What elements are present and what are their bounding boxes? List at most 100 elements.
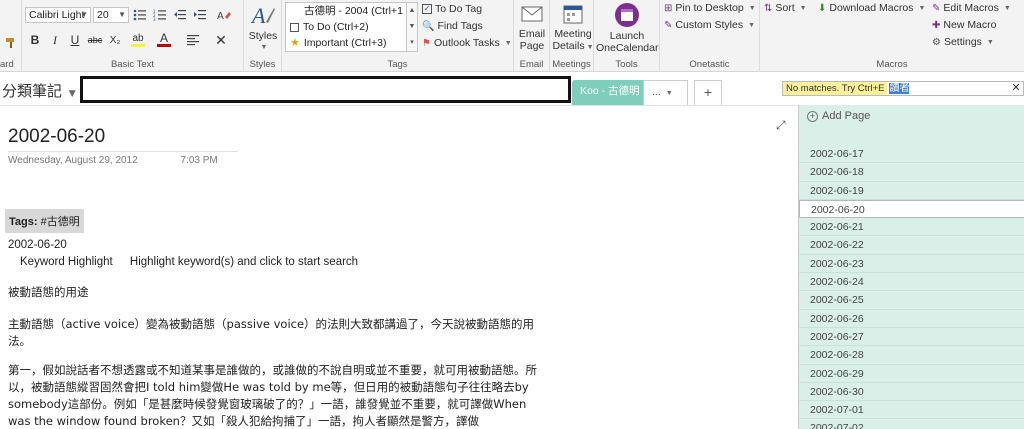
page-list: 2002-06-17 2002-06-18 2002-06-19 2002-06-20… <box>799 145 1024 429</box>
onecalendar-icon <box>614 2 640 28</box>
notebook-selector[interactable]: 分類筆記 ▼ <box>2 80 76 101</box>
tag-gallery-scroll[interactable]: ▲ ▼ ▾ <box>407 2 418 52</box>
page-title[interactable]: 2002-06-20 <box>8 126 105 148</box>
format-painter-icon[interactable] <box>1 34 21 52</box>
sort-button[interactable]: ⇅ Sort ▼ <box>764 2 807 14</box>
star-icon: ★ <box>290 37 300 49</box>
page-list-item[interactable]: 2002-06-18 <box>799 163 1024 182</box>
custom-styles-button[interactable]: ✎ Custom Styles ▼ <box>664 19 755 31</box>
add-page-label: Add Page <box>822 110 871 122</box>
notebook-name: 分類筆記 <box>2 82 63 100</box>
download-macros-label: Download Macros <box>829 2 914 14</box>
add-section-button[interactable]: + <box>694 80 722 105</box>
page-list-item[interactable]: 2002-06-27 <box>799 328 1024 347</box>
close-icon[interactable]: ✕ <box>1009 82 1023 95</box>
highlight-box <box>80 76 571 103</box>
page-list-item[interactable]: 2002-06-24 <box>799 273 1024 292</box>
checkbox-checked-icon: ✓ <box>422 4 432 14</box>
svg-text:A: A <box>217 11 224 21</box>
align-icon[interactable] <box>183 31 203 49</box>
font-name-combo[interactable]: Calibri Light ▼ <box>25 7 91 23</box>
page-meta: Wednesday, August 29, 2012 7:03 PM <box>8 155 218 166</box>
page-list-item[interactable]: 2002-06-19 <box>799 182 1024 200</box>
download-macros-button[interactable]: ⬇ Download Macros ▼ <box>818 2 925 14</box>
page-list-item[interactable]: 2002-07-02 <box>799 419 1024 429</box>
chevron-down-icon: ▼ <box>918 4 926 12</box>
bullets-icon[interactable] <box>130 6 150 24</box>
launch-onecalendar-button[interactable]: Launch OneCalendar <box>596 2 658 54</box>
page-list-item[interactable]: 2002-06-21 <box>799 218 1024 237</box>
keyword-highlight-link[interactable]: Keyword Highlight <box>20 256 113 268</box>
highlight-color-bar <box>131 43 145 47</box>
page-list-item[interactable]: 2002-06-23 <box>799 255 1024 274</box>
chevron-down-icon: ▼ <box>665 90 673 97</box>
page-list-panel: + Add Page 2002-06-17 2002-06-18 2002-06-1… <box>798 105 1024 429</box>
chevron-down-icon: ▼ <box>748 21 756 29</box>
pin-to-desktop-button[interactable]: ⊞ Pin to Desktop ▼ <box>664 2 756 14</box>
outlook-tasks-button[interactable]: ⚑ Outlook Tasks ▼ <box>422 37 512 49</box>
more-sections-button[interactable]: ... ▼ <box>643 80 688 105</box>
underline-button[interactable]: U <box>65 31 85 49</box>
meeting-details-button[interactable]: Meeting Details ▼ <box>552 2 594 54</box>
styles-button[interactable]: A Styles ▼ <box>246 2 280 54</box>
settings-button[interactable]: ⚙ Settings ▼ <box>932 36 994 48</box>
page-list-item[interactable]: 2002-06-29 <box>799 365 1024 383</box>
search-message: No matches. Try Ctrl+E <box>783 82 888 95</box>
edit-macros-label: Edit Macros <box>943 2 999 14</box>
tag-gallery-item[interactable]: To Do (Ctrl+2) <box>286 19 406 35</box>
font-size-value: 20 <box>97 9 109 21</box>
increase-indent-icon[interactable] <box>190 6 210 24</box>
todo-tag-button[interactable]: ✓ To Do Tag <box>422 3 482 15</box>
section-tab-label: Koo - 古德明 <box>580 85 640 97</box>
page-list-item[interactable]: 2002-06-20 <box>799 199 1024 219</box>
date-line: 2002-06-20 <box>8 239 67 251</box>
onetastic-group-label: Onetastic <box>689 59 730 70</box>
italic-button[interactable]: I <box>45 31 65 49</box>
more-sections-label: ... <box>652 86 661 98</box>
meeting-details-label-line2: Details ▼ <box>552 40 594 54</box>
page-list-item[interactable]: 2002-06-28 <box>799 346 1024 365</box>
page-canvas[interactable]: 2002-06-20 Wednesday, August 29, 2012 7:… <box>0 105 798 429</box>
page-list-item[interactable]: 2002-06-30 <box>799 383 1024 402</box>
email-page-button[interactable]: Email Page <box>516 2 548 52</box>
font-color-bar <box>157 44 171 47</box>
sort-icon: ⇅ <box>764 2 773 14</box>
calendar-icon <box>561 2 585 26</box>
edit-macros-button[interactable]: ✎ Edit Macros ▼ <box>932 2 1011 14</box>
search-input[interactable]: 讀者 <box>887 82 1009 95</box>
paragraph-2: 第一，假如說話者不想透露或不知道某事是誰做的，或誰做的不說自明或並不重要，就可用… <box>8 363 537 428</box>
page-date: Wednesday, August 29, 2012 <box>8 155 138 166</box>
outlook-tasks-label: Outlook Tasks <box>433 37 500 49</box>
tag-gallery-item[interactable]: 古德明 - 2004 (Ctrl+1 <box>286 3 406 19</box>
page-list-item[interactable]: 2002-06-22 <box>799 236 1024 255</box>
find-tags-button[interactable]: 🔍 Find Tags <box>422 20 483 32</box>
page-list-item[interactable]: 2002-06-17 <box>799 145 1024 164</box>
tag-gallery-item-label: 古德明 - 2004 (Ctrl+1 <box>304 5 403 17</box>
tag-gallery-item[interactable]: ★ Important (Ctrl+3) <box>286 35 406 51</box>
page-list-item[interactable]: 2002-07-01 <box>799 401 1024 420</box>
email-group-label: Email <box>519 59 544 70</box>
decrease-indent-icon[interactable] <box>170 6 190 24</box>
custom-styles-icon: ✎ <box>664 19 673 31</box>
page-list-item[interactable]: 2002-06-25 <box>799 291 1024 310</box>
font-color-button[interactable]: A <box>151 31 177 49</box>
chevron-down-icon: ▼ <box>118 10 126 19</box>
email-page-label-line2: Page <box>519 40 545 52</box>
highlight-button[interactable]: ab <box>125 31 151 49</box>
expand-icon[interactable]: ⤢ <box>776 118 786 133</box>
subscript-button[interactable]: X₂ <box>105 31 125 49</box>
strikethrough-button[interactable]: abc <box>85 31 105 49</box>
search-box[interactable]: No matches. Try Ctrl+E 讀者 ✕ <box>782 81 1024 96</box>
font-name-value: Calibri Light <box>29 9 85 21</box>
add-page-button[interactable]: + Add Page <box>807 110 870 122</box>
delete-icon[interactable]: ✕ <box>211 31 231 49</box>
clear-formatting-icon[interactable]: A <box>214 6 234 24</box>
chevron-down-icon: ▼ <box>586 44 594 51</box>
page-list-item[interactable]: 2002-06-26 <box>799 310 1024 328</box>
new-macro-label: New Macro <box>943 19 997 31</box>
bold-button[interactable]: B <box>25 31 45 49</box>
numbering-icon[interactable]: 123 <box>150 6 170 24</box>
new-macro-button[interactable]: ✚ New Macro <box>932 19 997 31</box>
font-size-combo[interactable]: 20 ▼ <box>93 7 129 23</box>
chevron-down-icon: ▼ <box>748 4 756 12</box>
